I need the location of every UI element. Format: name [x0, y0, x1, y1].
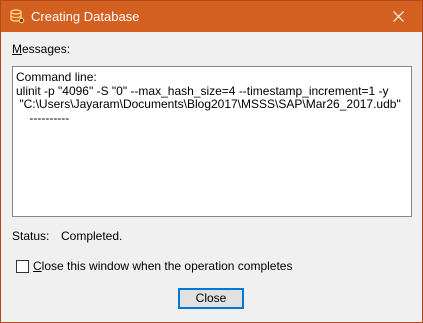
- close-when-done-accel: C: [33, 258, 42, 273]
- status-value: Completed.: [61, 229, 123, 243]
- messages-label-rest: essages:: [22, 42, 71, 56]
- close-when-done-label[interactable]: Close this window when the operation com…: [33, 259, 292, 274]
- close-when-done-option[interactable]: Close this window when the operation com…: [16, 258, 292, 274]
- database-gear-icon: [9, 8, 25, 24]
- close-when-done-checkbox[interactable]: [16, 259, 29, 273]
- window-close-button[interactable]: [376, 1, 422, 32]
- messages-label: Messages:: [12, 42, 70, 57]
- close-when-done-label-rest: lose this window when the operation comp…: [41, 258, 293, 273]
- status-label: Status:: [12, 229, 50, 243]
- close-button[interactable]: Close: [178, 288, 244, 309]
- messages-textbox[interactable]: Command line: ulinit -p "4096" -S "0" --…: [12, 66, 412, 217]
- message-line: ulinit -p "4096" -S "0" --max_hash_size=…: [16, 83, 389, 98]
- window-title: Creating Database: [31, 9, 140, 24]
- creating-database-dialog: Creating Database Messages: Command line…: [0, 0, 423, 323]
- message-line: Command line:: [16, 70, 97, 84]
- message-line: "C:\Users\Jayaram\Documents\Blog2017\MSS…: [16, 97, 401, 111]
- close-icon: [393, 11, 404, 22]
- message-line: ----------: [16, 110, 70, 125]
- title-bar[interactable]: Creating Database: [1, 1, 422, 32]
- messages-label-accel: M: [12, 42, 22, 56]
